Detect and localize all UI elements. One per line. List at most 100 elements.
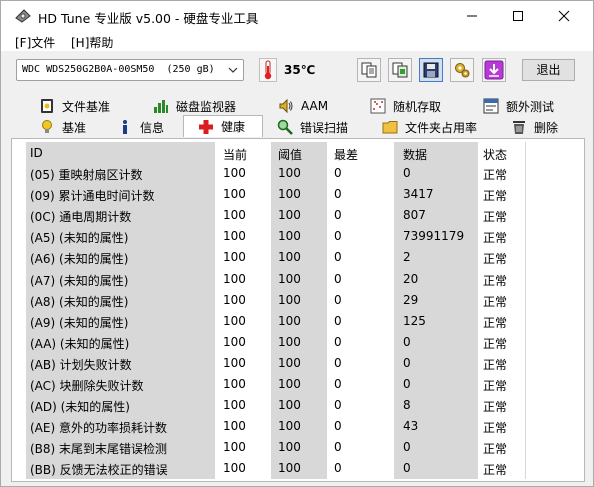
smart-table[interactable]: ID 当前 阈值 最差 数据 状态 (05) 重映射扇区计数 100 100 0 0 正常 (09) 累…	[26, 142, 586, 479]
cell-id: (AD) (未知的属性)	[30, 400, 130, 415]
cell-status: 正常	[483, 273, 508, 288]
gears-icon	[455, 63, 470, 78]
cell-threshold: 100	[278, 166, 301, 180]
cell-worst: 0	[334, 334, 342, 349]
cell-status: 正常	[483, 294, 508, 309]
app-window: HD Tune 专业版 v5.00 - 硬盘专业工具 [F]文件 [H]帮助 W…	[0, 0, 594, 487]
cell-status: 正常	[483, 463, 508, 478]
health-panel: ID 当前 阈值 最差 数据 状态 (05) 重映射扇区计数 100 100 0 0 正常 (09) 累…	[11, 138, 585, 482]
title-bar: HD Tune 专业版 v5.00 - 硬盘专业工具	[1, 1, 593, 31]
cell-current: 100	[223, 355, 246, 370]
cell-status: 正常	[483, 379, 508, 393]
window-title: HD Tune 专业版 v5.00 - 硬盘专业工具	[38, 11, 259, 26]
tab-info-label: 信息	[140, 120, 165, 135]
tab-benchmark[interactable]: 基准	[39, 117, 86, 137]
tab-health[interactable]: 健康	[183, 115, 263, 137]
save-button[interactable]	[419, 58, 443, 82]
cell-threshold: 100	[278, 440, 301, 455]
tab-error-scan[interactable]: 错误扫描	[277, 117, 348, 137]
tab-erase-label: 删除	[534, 120, 559, 135]
tab-erase[interactable]: 删除	[511, 117, 558, 137]
cell-threshold: 100	[278, 313, 301, 328]
cell-status: 正常	[483, 315, 508, 330]
cell-id: (A9) (未知的属性)	[30, 315, 129, 330]
maximize-button[interactable]	[495, 1, 541, 31]
error-scan-icon	[277, 119, 293, 135]
column-divider	[214, 142, 215, 479]
file-benchmark-icon	[39, 98, 55, 114]
tab-benchmark-label: 基准	[62, 120, 87, 135]
column-header-id[interactable]: ID	[30, 146, 43, 160]
menu-help[interactable]: [H]帮助	[71, 34, 113, 51]
cell-threshold: 100	[278, 271, 301, 286]
copy-screenshot-button[interactable]	[388, 58, 412, 82]
cell-current: 100	[223, 250, 246, 265]
drive-select[interactable]: WDC WDS250G2B0A-00SM50 (250 gB)	[16, 59, 244, 81]
cell-worst: 0	[334, 355, 342, 370]
cell-id: (A6) (未知的属性)	[30, 252, 129, 267]
close-button[interactable]	[541, 1, 587, 31]
tab-info[interactable]: 信息	[117, 117, 164, 137]
folder-usage-icon	[382, 119, 398, 135]
cell-worst: 0	[334, 377, 342, 391]
cell-status: 正常	[483, 357, 508, 372]
tab-disk-monitor[interactable]: 磁盘监视器	[153, 96, 236, 116]
drive-select-value: WDC WDS250G2B0A-00SM50 (250 gB)	[22, 64, 215, 75]
cell-status: 正常	[483, 189, 508, 204]
cell-current: 100	[223, 208, 246, 223]
cell-status: 正常	[483, 168, 508, 182]
minimize-button[interactable]	[449, 1, 495, 31]
cell-threshold: 100	[278, 292, 301, 307]
download-button[interactable]	[482, 58, 506, 82]
column-header-data[interactable]: 数据	[403, 146, 427, 163]
copy-text-button[interactable]	[357, 58, 381, 82]
cell-worst: 0	[334, 398, 342, 413]
cell-id: (BB) 反馈无法校正的错误	[30, 463, 168, 478]
cell-current: 100	[223, 271, 246, 286]
copy-image-icon	[392, 62, 408, 78]
tab-file-benchmark[interactable]: 文件基准	[39, 96, 110, 116]
column-divider	[525, 142, 526, 479]
cell-threshold: 100	[278, 250, 301, 265]
cell-current: 100	[223, 398, 246, 413]
thermometer-icon	[259, 58, 277, 82]
tab-disk-monitor-label: 磁盘监视器	[176, 99, 237, 114]
cell-worst: 0	[334, 250, 342, 265]
cell-worst: 0	[334, 187, 342, 202]
tab-health-label: 健康	[221, 120, 246, 134]
cell-data: 0	[403, 166, 411, 180]
cell-current: 100	[223, 461, 246, 476]
download-arrow-icon	[484, 60, 504, 80]
options-button[interactable]	[450, 58, 474, 82]
benchmark-icon	[39, 119, 55, 135]
cell-data: 3417	[403, 187, 434, 202]
cell-id: (AB) 计划失败计数	[30, 357, 132, 372]
cell-current: 100	[223, 334, 246, 349]
disk-monitor-icon	[153, 98, 169, 114]
cell-status: 正常	[483, 231, 508, 246]
cell-id: (A8) (未知的属性)	[30, 294, 129, 309]
cell-threshold: 100	[278, 355, 301, 370]
column-divider	[326, 142, 327, 479]
menu-bar: [F]文件 [H]帮助	[1, 31, 593, 51]
maximize-icon	[513, 11, 523, 21]
cell-status: 正常	[483, 421, 508, 436]
exit-button[interactable]: 退出	[522, 59, 575, 81]
cell-data: 43	[403, 419, 419, 434]
menu-file[interactable]: [F]文件	[15, 34, 55, 51]
column-header-threshold[interactable]: 阈值	[278, 146, 302, 163]
column-header-current[interactable]: 当前	[223, 146, 247, 163]
cell-data: 0	[403, 440, 411, 455]
column-divider	[271, 142, 272, 479]
column-header-status[interactable]: 状态	[483, 146, 507, 163]
tab-folder-usage-label: 文件夹占用率	[405, 120, 478, 135]
cell-current: 100	[223, 166, 246, 180]
tab-extra-tests[interactable]: 额外测试	[483, 96, 554, 116]
tab-random-access[interactable]: 随机存取	[370, 96, 441, 116]
cell-current: 100	[223, 292, 246, 307]
column-header-worst[interactable]: 最差	[334, 146, 358, 163]
cell-current: 100	[223, 187, 246, 202]
tab-folder-usage[interactable]: 文件夹占用率	[382, 117, 477, 137]
cell-data: 0	[403, 334, 411, 349]
tab-aam[interactable]: AAM	[278, 96, 328, 116]
